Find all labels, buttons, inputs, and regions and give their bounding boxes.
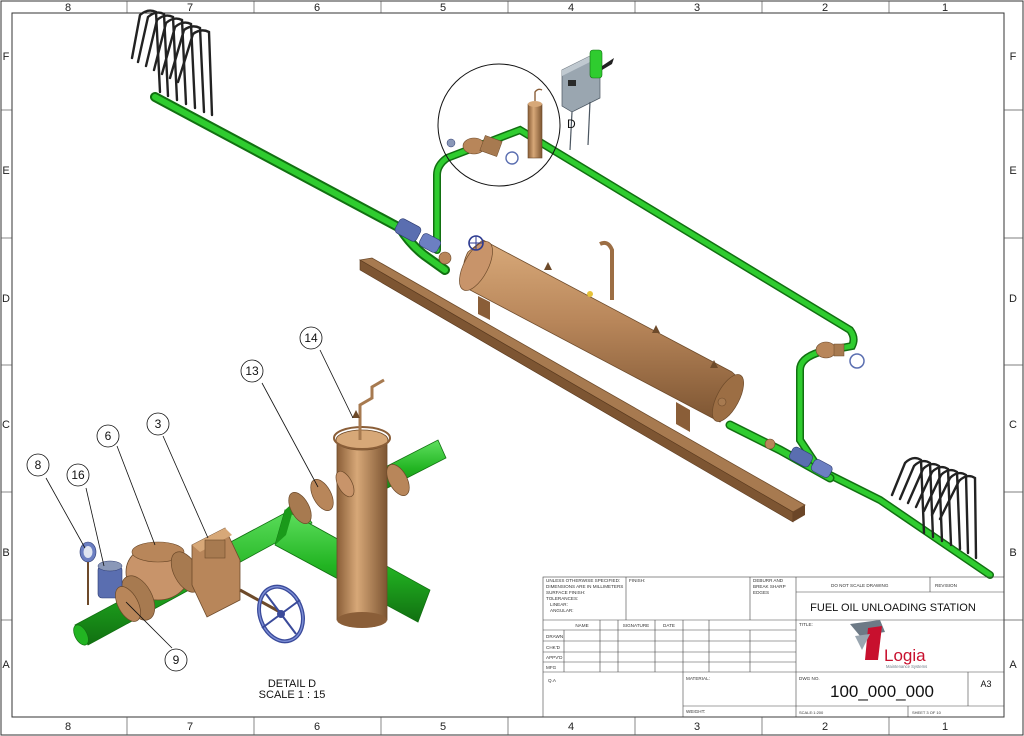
- zone-col-top-6: 6: [314, 2, 320, 14]
- zone-row-left-F: F: [3, 51, 10, 63]
- callout-9: 9: [173, 653, 180, 667]
- zone-col-bottom-4: 4: [568, 721, 574, 733]
- zone-col-bottom-7: 7: [187, 721, 193, 733]
- tol-note-2: SURFACE FINISH:: [546, 590, 585, 595]
- col-signature: SIGNATURE: [623, 623, 649, 628]
- tol-note-3: TOLERANCES:: [546, 596, 578, 601]
- zone-col-top-2: 2: [822, 2, 828, 14]
- callout-6: 6: [105, 429, 112, 443]
- row-appvd: APPV'D: [546, 655, 563, 660]
- callout-8: 8: [35, 458, 42, 472]
- callout-16: 16: [71, 468, 85, 482]
- detail-handwheel: [257, 584, 305, 644]
- zone-row-left-C: C: [2, 419, 10, 431]
- detail-d-view: 8 16 6 3 13 14 9 DETAIL D SCALE 1 : 15: [26, 326, 447, 701]
- control-panel: [561, 49, 614, 151]
- zone-col-top-4: 4: [568, 2, 574, 14]
- callout-13: 13: [245, 364, 259, 378]
- sheet-size: A3: [980, 679, 991, 689]
- detail-filter-vessel: [333, 378, 391, 628]
- deburr-note-2: EDGES: [753, 590, 769, 595]
- callout-14: 14: [304, 331, 318, 345]
- callout-numbers: 8 16 6 3 13 14 9: [35, 331, 318, 667]
- zone-row-left-E: E: [2, 165, 9, 177]
- zone-col-bottom-1: 1: [942, 721, 948, 733]
- zone-row-left-A: A: [2, 659, 10, 671]
- title-label: TITLE:: [799, 622, 813, 627]
- row-drawn: DRAWN: [546, 634, 563, 639]
- zone-row-right-C: C: [1009, 419, 1017, 431]
- row-chkd: CHK'D: [546, 645, 561, 650]
- zone-row-right-E: E: [1009, 165, 1016, 177]
- revision-label: REVISION: [935, 583, 957, 588]
- dwg-no: 100_000_000: [830, 682, 934, 701]
- zone-row-left-B: B: [2, 547, 9, 559]
- col-name: NAME: [575, 623, 588, 628]
- zone-col-bottom-6: 6: [314, 721, 320, 733]
- tol-note-1: DIMENSIONS ARE IN MILLIMETERS: [546, 584, 623, 589]
- deburr-note-0: DEBURR AND: [753, 578, 784, 583]
- callout-balloons: [26, 326, 323, 672]
- detail-scale: SCALE 1 : 15: [259, 689, 326, 701]
- row-mfg: MFG: [546, 665, 557, 670]
- drawing-title: FUEL OIL UNLOADING STATION: [810, 602, 976, 614]
- zone-col-bottom-2: 2: [822, 721, 828, 733]
- zone-row-labels-left: F E D C B A: [2, 51, 10, 671]
- zone-col-bottom-8: 8: [65, 721, 71, 733]
- callout-leaders: [45, 349, 354, 649]
- zone-col-top-8: 8: [65, 2, 71, 14]
- title-block: UNLESS OTHERWISE SPECIFIED: DIMENSIONS A…: [542, 576, 1005, 718]
- zone-row-right-D: D: [1009, 293, 1017, 305]
- sheet-number: SHEET 3 OF 10: [912, 710, 942, 715]
- zone-row-right-B: B: [1009, 547, 1016, 559]
- zone-row-right-A: A: [1009, 659, 1017, 671]
- zone-col-bottom-3: 3: [694, 721, 700, 733]
- tol-note-0: UNLESS OTHERWISE SPECIFIED:: [546, 578, 620, 583]
- col-date: DATE: [663, 623, 675, 628]
- zone-col-top-3: 3: [694, 2, 700, 14]
- drawing-sheet: 8 7 6 5 4 3 2 1 8 7 6 5 4 3 2 1 F E D C B A F E D C B A D 8 16 6…: [0, 0, 1024, 736]
- unloading-hoses-right: [890, 456, 978, 560]
- tol-note-5: ANGULAR:: [550, 608, 574, 613]
- detail-gauge-8: [79, 541, 97, 605]
- zone-col-top-7: 7: [187, 2, 193, 14]
- scale-value: SCALE:1:200: [799, 710, 824, 715]
- zone-column-labels-bottom: 8 7 6 5 4 3 2 1: [65, 721, 948, 733]
- row-qa: Q.A: [548, 678, 557, 683]
- logo-text: Logia: [884, 646, 926, 665]
- finish-label: FINISH:: [629, 578, 645, 583]
- zone-col-top-1: 1: [942, 2, 948, 14]
- material-label: MATERIAL:: [686, 676, 710, 681]
- zone-row-left-D: D: [2, 293, 10, 305]
- detail-circle: D: [437, 63, 576, 187]
- unloading-hoses-left: [130, 9, 214, 117]
- zone-column-labels-top: 8 7 6 5 4 3 2 1: [65, 2, 948, 14]
- tol-note-4: LINEAR:: [550, 602, 568, 607]
- zone-row-right-F: F: [1010, 51, 1017, 63]
- handwheel-valve-tank: [468, 235, 484, 251]
- deburr-note-1: BREAK SHARP: [753, 584, 786, 589]
- logia-logo: Logia Maintenance Systems: [850, 620, 927, 669]
- zone-col-top-5: 5: [440, 2, 446, 14]
- callout-3: 3: [155, 417, 162, 431]
- weight-label: WEIGHT:: [686, 709, 705, 714]
- zone-row-labels-right: F E D C B A: [1009, 51, 1017, 671]
- logo-tagline: Maintenance Systems: [886, 664, 927, 669]
- hose-manifold-pipe: [150, 92, 450, 275]
- do-not-scale: DO NOT SCALE DRAWING: [831, 583, 889, 588]
- detail-circle-label: D: [567, 117, 576, 131]
- strainer-valve-right: [815, 341, 865, 369]
- zone-col-bottom-5: 5: [440, 721, 446, 733]
- dwg-no-label: DWG NO.: [799, 676, 820, 681]
- main-assembly: D: [130, 9, 994, 579]
